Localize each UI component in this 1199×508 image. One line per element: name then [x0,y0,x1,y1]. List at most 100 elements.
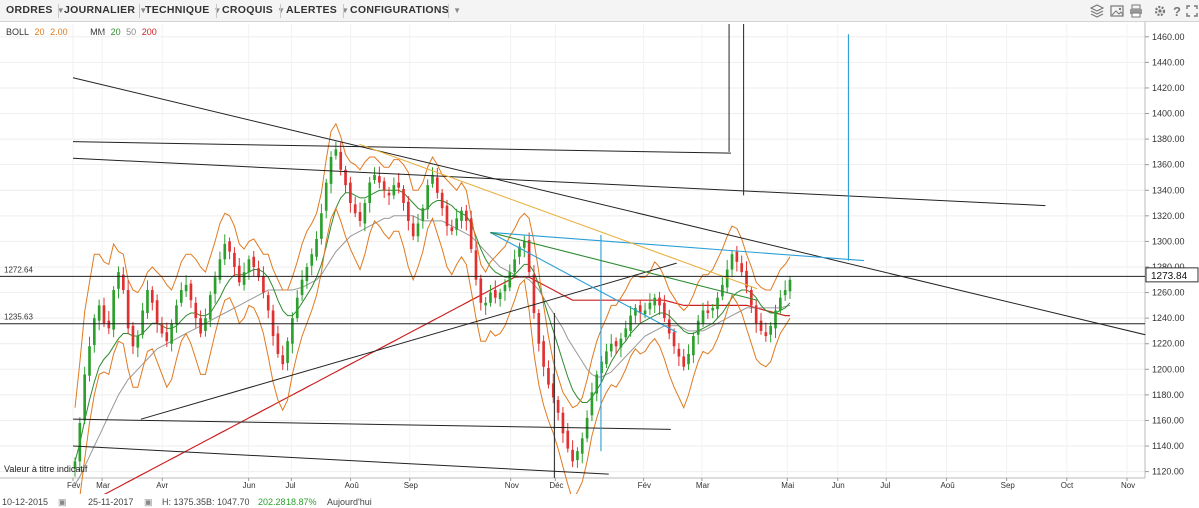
x-tick-label: Aoû [345,481,359,490]
candle-body [387,192,391,196]
x-tick-label: Déc [549,481,563,490]
candle-body [368,182,372,204]
trendline [72,157,1046,207]
candle-body [257,268,260,278]
candle-body [353,204,357,214]
menu-journalier[interactable]: JOURNALIER ▼ [64,0,147,21]
candle-body [735,251,739,262]
candle-body [503,284,507,292]
svg-text:?: ? [1173,4,1181,18]
x-tick-label: Nov [1121,481,1135,490]
gear-icon[interactable] [1153,4,1167,18]
candle-body [305,266,309,282]
bollinger-lower-line [79,206,791,494]
candle-body [648,302,652,310]
menu-croquis-label: CROQUIS [222,4,274,16]
candle-body [334,149,338,156]
candle-body [508,272,512,288]
candle-body [131,325,135,347]
candle-body [300,279,304,296]
menu-ordres[interactable]: ORDRES ▼ [6,0,65,21]
candle-body [286,341,289,363]
x-tick-label: Aoû [940,481,954,490]
candle-body [779,297,782,311]
candle-body [426,185,429,210]
candle-body [774,310,777,329]
chevron-down-icon: ▼ [277,6,286,15]
chevron-down-icon: ▼ [213,6,222,15]
help-icon[interactable]: ? [1170,4,1184,18]
candle-body [769,325,773,335]
x-tick-label: Fév [67,481,80,490]
candle-body [358,211,362,221]
candle-body [576,451,579,461]
candle-body [561,412,565,434]
candle-body [233,252,236,267]
layers-icon[interactable] [1090,4,1104,18]
y-tick-label: 1400.00 [1152,109,1185,119]
candle-body [349,182,352,204]
menu-croquis[interactable]: CROQUIS ▼ [222,0,285,21]
x-tick-label: Avr [156,481,168,490]
candle-body [701,310,705,324]
trendline [72,141,732,154]
x-tick-label: Sep [404,481,419,490]
expand-icon[interactable] [1185,4,1199,18]
candle-body [489,292,492,303]
candle-body [595,374,599,394]
x-tick-label: Oct [1061,481,1074,490]
calendar-icon[interactable]: ▣ [58,497,67,508]
candle-body [189,283,193,301]
footer-bar: 10-12-2015 ▣ 25-11-2017 ▣ H: 1375.35 B: … [0,494,1199,508]
candle-body [450,227,454,232]
candle-body [754,305,758,324]
price-chart[interactable]: 1272.64 1235.63 1120.00 1140.00 1160.00 1180… [0,22,1199,494]
candle-body [696,320,700,335]
print-icon[interactable] [1129,4,1143,18]
candle-body [730,254,734,270]
current-price-label: 1273.84 [1151,271,1188,282]
candle-body [421,208,425,221]
candle-body [199,318,202,334]
candle-body [687,353,690,365]
candle-body [150,290,154,303]
x-tick-label: Jul [880,481,890,490]
y-tick-label: 1160.00 [1152,415,1184,425]
candlestick-layer [73,141,792,477]
candle-body [184,284,188,292]
candle-body [126,290,130,329]
candle-body [262,275,265,293]
candle-body [716,297,719,310]
candle-body [706,310,710,314]
horizontal-level-label: 1235.63 [4,313,33,322]
candle-body [532,274,536,314]
image-icon[interactable] [1110,4,1124,18]
menu-configurations[interactable]: CONFIGURATIONS ▼ [350,0,461,21]
candle-body [141,310,144,335]
candle-body [252,256,256,267]
candle-body [295,297,299,319]
y-tick-label: 1120.00 [1152,467,1184,477]
candle-body [556,399,560,413]
candle-body [479,278,483,303]
menu-technique[interactable]: TECHNIQUE ▼ [145,0,222,21]
menu-alertes[interactable]: ALERTES ▼ [286,0,349,21]
candle-body [764,332,768,337]
candle-body [208,295,212,320]
drawing-layer: 1272.64 1235.63 [0,24,1146,478]
candle-body [677,348,681,357]
calendar-icon[interactable]: ▣ [144,497,153,508]
y-tick-label: 1320.00 [1152,211,1185,221]
y-tick-label: 1200.00 [1152,364,1185,374]
candle-body [484,302,487,306]
candle-body [547,368,550,385]
candle-body [445,205,449,227]
x-tick-label: Mar [696,481,710,490]
candle-body [788,279,792,292]
candle-body [204,318,207,331]
y-tick-label: 1460.00 [1152,32,1185,42]
candle-body [378,176,381,183]
candle-body [175,305,178,324]
candle-body [663,302,666,319]
candle-body [242,272,246,285]
